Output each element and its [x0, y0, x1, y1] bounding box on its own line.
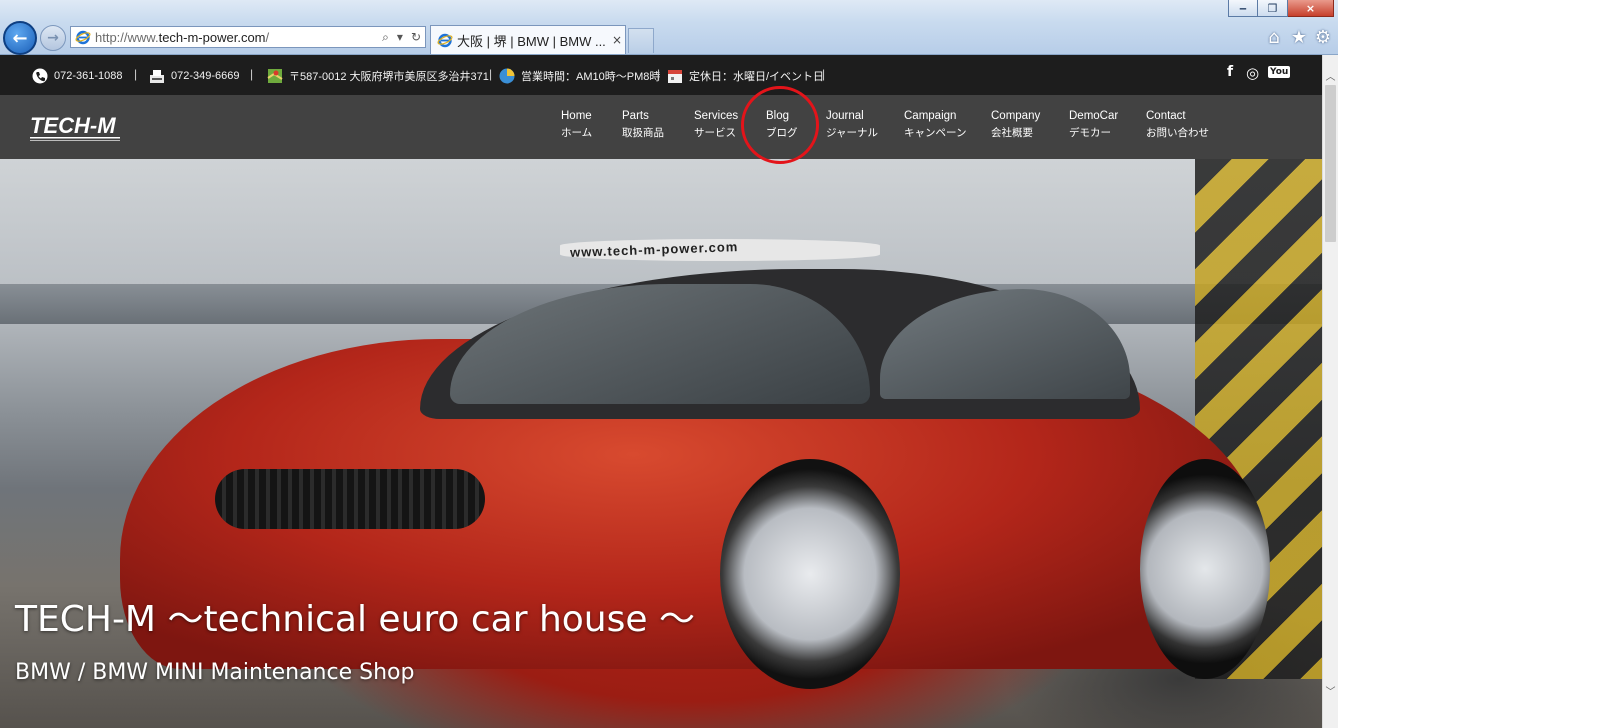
shop-address: 〒587-0012 大阪府堺市美原区多治井371 [289, 71, 489, 83]
car-grille [215, 469, 485, 529]
nav-journal[interactable]: Journal ジャーナル [826, 108, 878, 142]
scroll-down-icon[interactable]: ﹀ [1323, 682, 1338, 698]
favorites-icon[interactable]: ★ [1289, 27, 1309, 48]
car-front-wheel [720, 459, 900, 689]
fax-info: 072-349-6669 [149, 68, 240, 84]
map-icon [267, 69, 283, 83]
back-button[interactable]: ← [3, 21, 37, 55]
refresh-icon[interactable]: ↻ [407, 30, 425, 44]
highlight-circle-annotation [741, 86, 819, 164]
tools-gear-icon[interactable]: ⚙ [1313, 27, 1333, 48]
dropdown-icon[interactable]: ▾ [393, 30, 407, 44]
address-info: 〒587-0012 大阪府堺市美原区多治井371 [267, 68, 489, 84]
hero-image: www.tech-m-power.com [0, 159, 1322, 728]
info-separator: | [822, 67, 826, 81]
tab-active[interactable]: 大阪 | 堺 | BMW | BMW ... × [430, 25, 626, 54]
info-separator: | [657, 67, 661, 81]
browser-window: ‒ ❐ × ← → http://www.tech-m-power.com/ ⌕… [0, 0, 1338, 728]
opening-hours: 営業時間：AM10時〜PM8時 [521, 71, 661, 83]
nav-parts[interactable]: Parts 取扱商品 [622, 108, 664, 142]
maximize-button[interactable]: ❐ [1258, 0, 1288, 17]
nav-home[interactable]: Home ホーム [561, 108, 592, 142]
back-arrow-icon: ← [12, 27, 28, 49]
nav-services[interactable]: Services サービス [694, 108, 738, 142]
youtube-icon[interactable]: You [1268, 66, 1291, 78]
facebook-icon[interactable]: f [1227, 64, 1233, 80]
page-viewport: www.tech-m-power.com 072-361-1088 | 072-… [0, 55, 1322, 728]
info-separator: | [250, 67, 254, 81]
tech-m-logo[interactable]: TECH-M [28, 110, 124, 144]
ie-page-icon [75, 30, 91, 45]
car-rear-wheel [1140, 459, 1270, 679]
ie-tab-icon [437, 33, 453, 48]
phone-info[interactable]: 072-361-1088 [32, 68, 123, 84]
instagram-icon[interactable]: ◎ [1246, 64, 1259, 82]
fax-number: 072-349-6669 [171, 70, 240, 82]
calendar-icon [668, 70, 682, 83]
forward-button[interactable]: → [40, 25, 66, 51]
info-separator: | [489, 67, 493, 81]
nav-democar[interactable]: DemoCar デモカー [1069, 108, 1118, 142]
fax-icon [150, 70, 164, 83]
minimize-button[interactable]: ‒ [1228, 0, 1258, 17]
window-controls: ‒ ❐ × [1228, 0, 1334, 17]
search-icon[interactable]: ⌕ [378, 30, 393, 45]
info-separator: | [134, 67, 138, 81]
tab-title: 大阪 | 堺 | BMW | BMW ... [457, 33, 606, 49]
browser-toolbar: ‒ ❐ × ← → http://www.tech-m-power.com/ ⌕… [0, 0, 1338, 55]
nav-contact[interactable]: Contact お問い合わせ [1146, 108, 1209, 142]
logo-text: TECH-M [30, 113, 116, 138]
new-tab-button[interactable] [628, 28, 654, 53]
phone-icon [32, 68, 48, 84]
nav-campaign[interactable]: Campaign キャンペーン [904, 108, 966, 142]
closed-days: 定休日：水曜日/イベント日 [689, 71, 825, 83]
vertical-scrollbar[interactable]: ︿ ﹀ [1322, 55, 1338, 728]
info-bar: 072-361-1088 | 072-349-6669 | 〒587-0012 … [0, 55, 1322, 95]
phone-number: 072-361-1088 [54, 70, 123, 82]
scroll-up-icon[interactable]: ︿ [1323, 67, 1338, 83]
clock-icon [499, 68, 515, 84]
close-window-button[interactable]: × [1288, 0, 1334, 17]
address-url[interactable]: http://www.tech-m-power.com/ [95, 30, 378, 45]
tab-close-icon[interactable]: × [609, 33, 625, 47]
main-navigation: TECH-M Home ホーム Parts 取扱商品 Services サービス Bl… [0, 95, 1322, 159]
hours-info: 営業時間：AM10時〜PM8時 [499, 68, 660, 84]
forward-arrow-icon: → [47, 30, 59, 46]
hero-subtitle: BMW / BMW MINI Maintenance Shop [15, 660, 415, 685]
address-bar[interactable]: http://www.tech-m-power.com/ ⌕ ▾ ↻ [70, 26, 426, 48]
scrollbar-thumb[interactable] [1325, 85, 1336, 242]
closed-info: 定休日：水曜日/イベント日 [667, 68, 824, 84]
hero-title: TECH-M 〜technical euro car house 〜 [15, 599, 695, 640]
home-icon[interactable]: ⌂ [1264, 27, 1284, 48]
nav-company[interactable]: Company 会社概要 [991, 108, 1040, 142]
